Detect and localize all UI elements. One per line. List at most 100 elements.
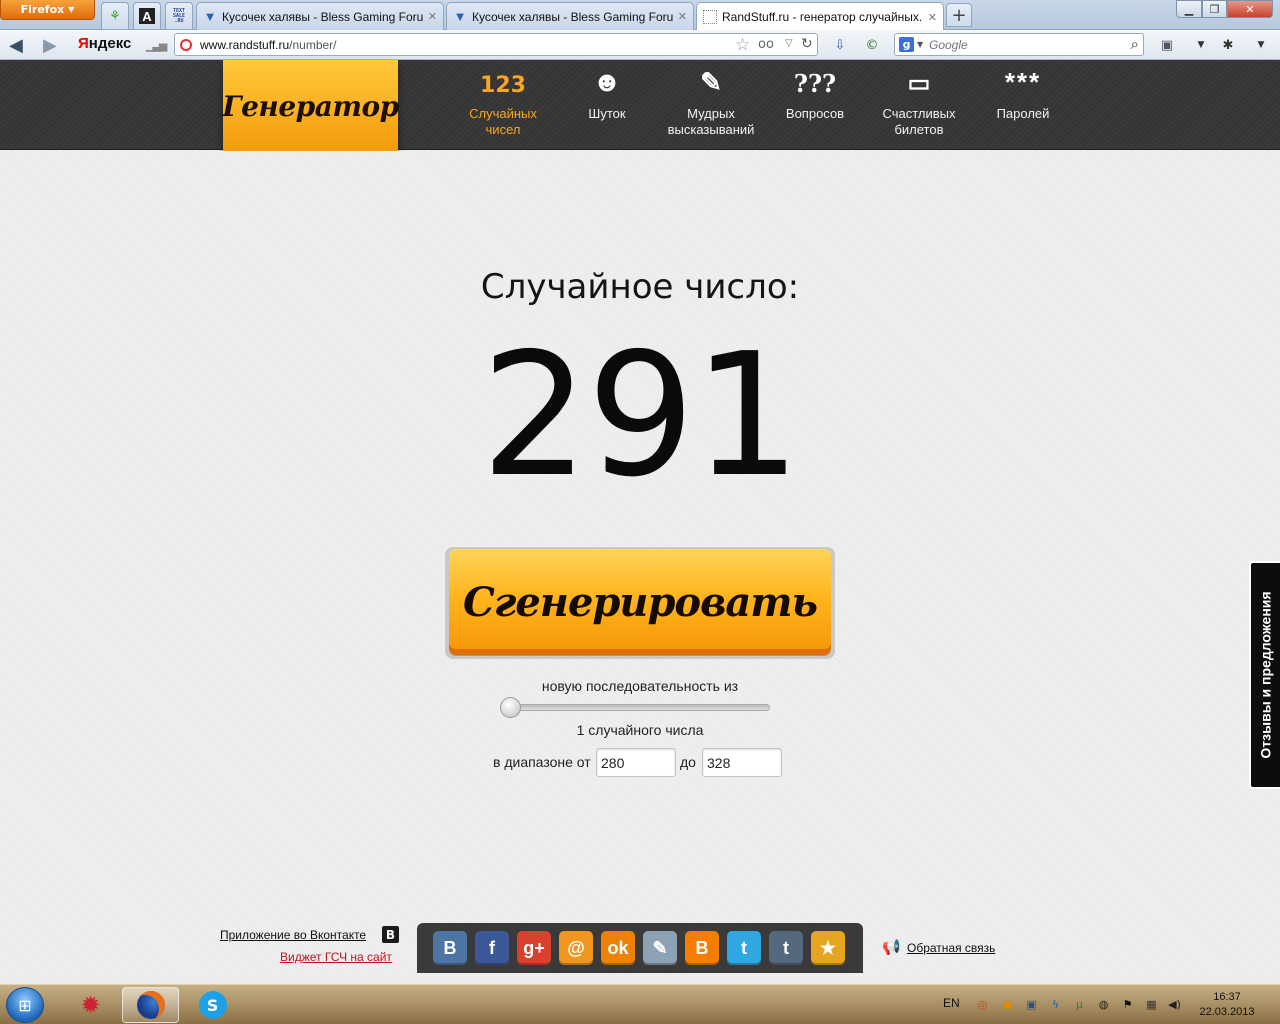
numbers-icon: 123	[480, 73, 526, 98]
nav-label-line1: Счастливых	[882, 106, 956, 121]
browser-tab[interactable]: ▼ Кусочек халявы - Bless Gaming Foru... …	[446, 2, 694, 30]
search-bar[interactable]: g ▼ ⌕	[894, 33, 1144, 56]
game-icon: ✹	[80, 991, 101, 1019]
widget-link[interactable]: Виджет ГСЧ на сайт	[280, 950, 392, 964]
addon-bug-icon[interactable]: ✱	[1219, 36, 1237, 54]
main-content: Случайное число: 291 Сгенерировать новую…	[0, 151, 1280, 981]
odnoklassniki-share-button[interactable]: ok	[601, 931, 635, 965]
reload-icon[interactable]: ↻	[801, 36, 813, 52]
taskbar-app-skype[interactable]: S	[184, 987, 241, 1023]
url-text[interactable]: www.randstuff.ru/number/	[200, 38, 337, 52]
window-close-button[interactable]: ✕	[1227, 0, 1273, 18]
firefox-menu-button[interactable]: Firefox ▼	[0, 0, 95, 20]
new-tab-button[interactable]: +	[946, 3, 972, 27]
firefox-icon	[136, 991, 165, 1019]
addon-c-icon[interactable]: ©	[863, 36, 881, 54]
tab-title: Кусочек халявы - Bless Gaming Foru...	[222, 9, 423, 24]
chevron-down-icon[interactable]: ▼	[917, 40, 923, 49]
nav-label-line1: Мудрых	[687, 106, 735, 121]
generate-button[interactable]: Сгенерировать	[449, 549, 831, 655]
feedback-side-tab-label: Отзывы и предложения	[1257, 591, 1274, 759]
close-icon[interactable]: ✕	[678, 10, 687, 23]
tray-volume-icon[interactable]: ◀)	[1167, 997, 1182, 1012]
bookmark-star-icon[interactable]: ☆	[735, 35, 750, 55]
download-addon-icon[interactable]: ⇩	[831, 36, 849, 54]
reader-glasses-icon[interactable]: oo	[758, 37, 774, 52]
nav-item-quotes[interactable]: ✎ Мудрых высказываний	[661, 60, 761, 150]
nav-label-line1: Вопросов	[785, 106, 845, 121]
site-logo[interactable]: Генератор	[222, 60, 399, 153]
feedback-link[interactable]: Обратная связь	[907, 941, 995, 955]
close-icon[interactable]: ✕	[928, 11, 937, 24]
count-slider-knob[interactable]	[500, 697, 521, 718]
app-tab-font[interactable]: A	[133, 2, 161, 29]
tray-network-drive-icon[interactable]: ▣	[1024, 997, 1039, 1012]
tray-flag-icon[interactable]: ⚑	[1120, 997, 1135, 1012]
tumblr-share-button[interactable]: t	[769, 931, 803, 965]
history-dropdown-icon[interactable]: ▽	[785, 38, 793, 49]
textsale-icon: TEXT SALE .RU	[172, 7, 186, 24]
favorite-share-button[interactable]: ★	[811, 931, 845, 965]
language-indicator[interactable]: EN	[943, 996, 960, 1010]
browser-tab-active[interactable]: RandStuff.ru - генератор случайных... ✕	[696, 2, 944, 31]
nav-item-passwords[interactable]: *** Паролей	[983, 60, 1063, 150]
search-input[interactable]	[929, 36, 1119, 53]
forward-arrow-icon[interactable]: ▶	[43, 35, 57, 56]
mail-ru-share-button[interactable]: @	[559, 931, 593, 965]
feedback-side-tab[interactable]: Отзывы и предложения	[1249, 561, 1280, 789]
tab-title: Кусочек халявы - Bless Gaming Foru...	[472, 9, 673, 24]
vk-app-link[interactable]: Приложение во Вконтакте	[220, 928, 366, 942]
search-icon[interactable]: ⌕	[1131, 35, 1139, 53]
back-arrow-icon[interactable]: ◀	[9, 35, 23, 56]
count-slider-track[interactable]	[501, 704, 770, 711]
sequence-text: новую последовательность из	[541, 678, 739, 694]
tray-utorrent-icon[interactable]: µ	[1072, 997, 1087, 1012]
vkontakte-share-button[interactable]: В	[433, 931, 467, 965]
tray-network-icon[interactable]: ▦	[1144, 997, 1159, 1012]
minimize-button[interactable]: ▁	[1176, 0, 1202, 18]
chevron-down-icon[interactable]: ▼	[1192, 36, 1210, 54]
browser-tab[interactable]: ▼ Кусочек халявы - Bless Gaming Foru... …	[196, 2, 444, 30]
yandex-button[interactable]: Яндекс	[78, 35, 131, 52]
livejournal-share-button[interactable]: ✎	[643, 931, 677, 965]
app-tab-textsale[interactable]: TEXT SALE .RU	[165, 2, 193, 29]
nav-label-line1: Паролей	[996, 106, 1050, 121]
google-plus-share-button[interactable]: g+	[517, 931, 551, 965]
nav-item-random-numbers[interactable]: 123 Случайных чисел	[458, 60, 548, 150]
font-a-icon: A	[139, 8, 155, 24]
google-engine-icon[interactable]: g	[899, 37, 914, 52]
password-stars-icon: ***	[1004, 67, 1042, 97]
range-to-input[interactable]	[702, 748, 782, 777]
chevron-down-icon: ▼	[68, 5, 75, 14]
app-tab-sprout[interactable]: ⚘	[101, 2, 129, 29]
blogger-share-button[interactable]: B	[685, 931, 719, 965]
site-identity-icon[interactable]	[180, 39, 192, 51]
tray-warning-icon[interactable]: ●	[1000, 997, 1015, 1012]
taskbar-app-game[interactable]: ✹	[62, 987, 119, 1023]
taskbar: ⊞ ✹ S EN ◎ ● ▣ ϟ µ ◍ ⚑ ▦ ◀) 16:37 22.03.…	[0, 984, 1280, 1024]
nav-label-line2: высказываний	[667, 122, 755, 137]
chevron-down-icon[interactable]: ▼	[1252, 36, 1270, 54]
nav-item-tickets[interactable]: ▭ Счастливых билетов	[869, 60, 969, 150]
twitter-share-button[interactable]: t	[727, 931, 761, 965]
bless-icon: ▼	[453, 8, 467, 24]
windows-logo-icon: ⊞	[18, 995, 32, 1015]
nav-label-line2: чисел	[485, 122, 521, 137]
taskbar-clock[interactable]: 16:37 22.03.2013	[1192, 990, 1262, 1020]
facebook-share-button[interactable]: f	[475, 931, 509, 965]
bookmarks-icon[interactable]: ▣	[1158, 36, 1176, 54]
nav-item-questions[interactable]: ??? Вопросов	[775, 60, 855, 150]
tray-update-icon[interactable]: ◍	[1096, 997, 1111, 1012]
address-bar[interactable]: www.randstuff.ru/number/ ☆ oo ▽ ↻	[174, 33, 818, 56]
start-button[interactable]: ⊞	[6, 987, 44, 1023]
tray-lightning-icon[interactable]: ϟ	[1048, 997, 1063, 1012]
range-from-input[interactable]	[596, 748, 676, 777]
maximize-button[interactable]: ❐	[1202, 0, 1227, 18]
nav-item-jokes[interactable]: ☻ Шуток	[567, 60, 647, 150]
tray-opera-icon[interactable]: ◎	[975, 997, 990, 1012]
taskbar-app-firefox[interactable]	[122, 987, 179, 1023]
tab-title: RandStuff.ru - генератор случайных...	[722, 10, 923, 24]
close-icon[interactable]: ✕	[428, 10, 437, 23]
vk-icon[interactable]: В	[382, 926, 399, 943]
browser-tab-bar: Firefox ▼ ⚘ A TEXT SALE .RU ▼ Кусочек ха…	[0, 0, 1280, 31]
